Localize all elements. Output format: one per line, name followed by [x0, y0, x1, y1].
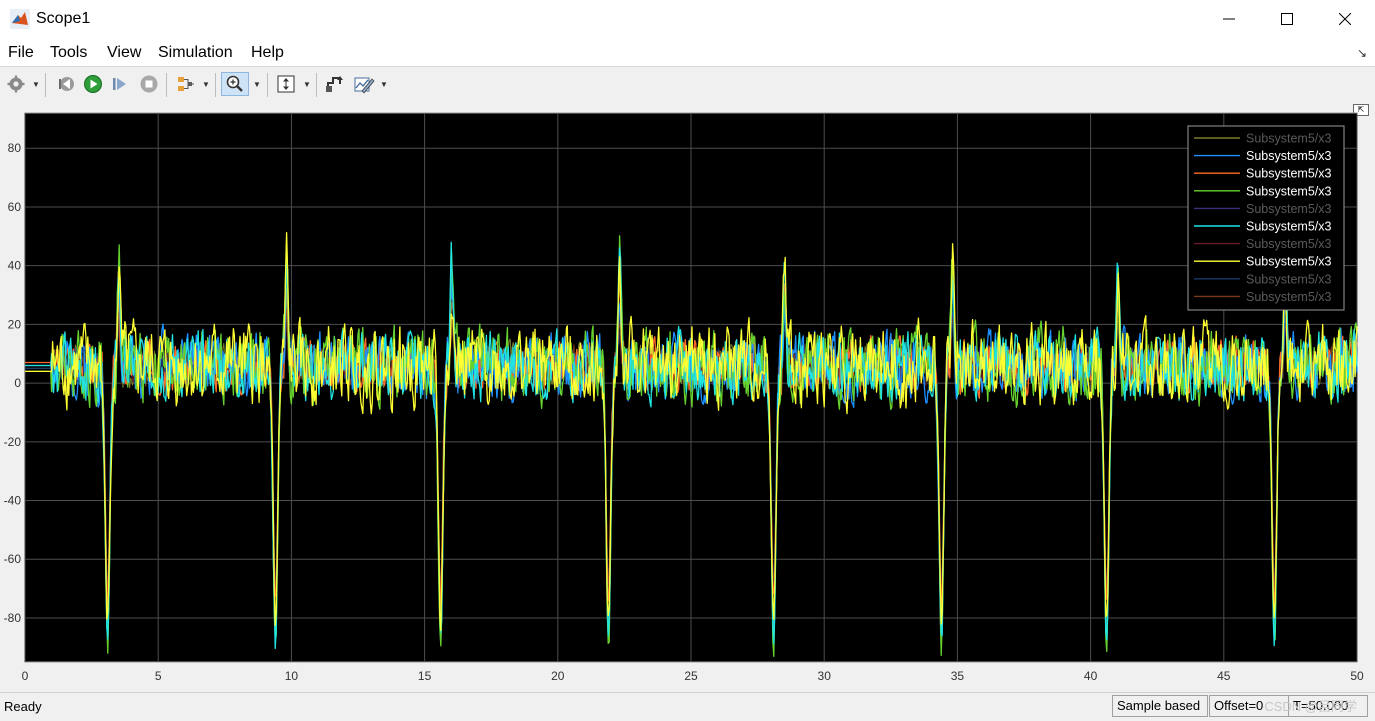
signal-selector-icon: [178, 77, 194, 91]
step-forward-icon: [113, 78, 126, 90]
menu-view[interactable]: View: [107, 44, 141, 62]
menu-file[interactable]: File: [8, 44, 34, 62]
settings-dropdown-arrow[interactable]: ▼: [31, 73, 41, 95]
minimize-icon: [1223, 18, 1235, 20]
x-tick-label: 0: [22, 669, 29, 683]
x-tick-label: 40: [1084, 669, 1098, 683]
y-tick-label: -80: [4, 611, 22, 625]
x-tick-label: 20: [551, 669, 565, 683]
x-tick-label: 50: [1350, 669, 1364, 683]
legend-label: Subsystem5/x3: [1246, 184, 1332, 198]
measurements-icon: [354, 77, 375, 94]
menu-simulation[interactable]: Simulation: [158, 44, 233, 62]
signal-selector-button[interactable]: [174, 72, 198, 96]
legend-label: Subsystem5/x3: [1246, 132, 1332, 146]
x-tick-label: 15: [418, 669, 432, 683]
watermark: CSDN @吕同学: [1264, 699, 1357, 714]
close-icon: [1339, 13, 1351, 25]
autoscale-icon: [277, 75, 295, 93]
autoscale-button[interactable]: [274, 72, 298, 96]
toolbar-separator: [215, 73, 216, 97]
menu-tools[interactable]: Tools: [50, 44, 87, 62]
matlab-logo-icon: [10, 9, 30, 29]
stop-icon: [140, 75, 158, 93]
y-tick-label: 20: [8, 317, 22, 331]
legend-label: Subsystem5/x3: [1246, 149, 1332, 163]
x-tick-label: 35: [951, 669, 965, 683]
settings-button[interactable]: [5, 72, 27, 96]
legend-label: Subsystem5/x3: [1246, 202, 1332, 216]
toolbar: ▼ ▼ ▼ ▼ ▼: [0, 66, 1375, 104]
x-tick-label: 5: [155, 669, 162, 683]
scope-chart[interactable]: 0 5 10 15 20 25 30 35 40 45 50 -80 -60 -40 -20 0 20 40 60 8…: [0, 102, 1375, 692]
y-tick-label: -20: [4, 435, 22, 449]
run-button[interactable]: [81, 72, 105, 96]
highlight-block-icon: [326, 76, 343, 92]
x-tick-label: 45: [1217, 669, 1231, 683]
maximize-icon: [1281, 13, 1293, 25]
undock-arrow-icon[interactable]: ↘: [1357, 46, 1367, 60]
legend-label: Subsystem5/x3: [1246, 167, 1332, 181]
status-sample-mode: Sample based: [1112, 695, 1208, 717]
measurements-button[interactable]: [351, 72, 377, 96]
x-tick-label: 25: [684, 669, 698, 683]
y-tick-label: 80: [8, 141, 22, 155]
toolbar-separator: [267, 73, 268, 97]
y-tick-label: -60: [4, 552, 22, 566]
zoom-dropdown-arrow[interactable]: ▼: [252, 73, 262, 95]
minimize-button[interactable]: [1200, 0, 1258, 38]
zoom-button[interactable]: [221, 72, 249, 96]
legend-label: Subsystem5/x3: [1246, 290, 1332, 304]
highlight-block-button[interactable]: [322, 72, 346, 96]
stop-button[interactable]: [137, 72, 161, 96]
signal-selector-dropdown-arrow[interactable]: ▼: [201, 73, 211, 95]
x-tick-label: 30: [818, 669, 832, 683]
zoom-icon: [226, 75, 243, 92]
toolbar-separator: [316, 73, 317, 97]
maximize-button[interactable]: [1258, 0, 1316, 38]
legend-label: Subsystem5/x3: [1246, 220, 1332, 234]
menu-help[interactable]: Help: [251, 44, 284, 62]
scope-plot-area: ⇱ 0 5 10 15 20 25 30 35 40 45 50 -80 -60 -40 -20 0 20 40 6…: [0, 102, 1375, 692]
status-ready: Ready: [4, 699, 42, 714]
status-bar: Ready Sample based Offset=0 T=50.000 CSD…: [0, 692, 1375, 721]
step-forward-button[interactable]: [108, 72, 132, 96]
legend-label: Subsystem5/x3: [1246, 237, 1332, 251]
title-bar: Scope1: [0, 0, 1375, 38]
measurements-dropdown-arrow[interactable]: ▼: [379, 73, 389, 95]
menu-bar: File Tools View Simulation Help ↘: [0, 38, 1375, 66]
toolbar-separator: [166, 73, 167, 97]
toolbar-separator: [45, 73, 46, 97]
y-tick-label: 60: [8, 200, 22, 214]
legend-label: Subsystem5/x3: [1246, 255, 1332, 269]
gear-icon: [7, 75, 25, 93]
legend-label: Subsystem5/x3: [1246, 272, 1332, 286]
run-icon: [84, 75, 102, 93]
step-back-button[interactable]: [54, 72, 78, 96]
autoscale-dropdown-arrow[interactable]: ▼: [302, 73, 312, 95]
window-title: Scope1: [36, 10, 91, 27]
y-tick-label: 0: [14, 376, 21, 390]
close-button[interactable]: [1316, 0, 1374, 38]
x-tick-label: 10: [285, 669, 299, 683]
y-tick-label: -40: [4, 494, 22, 508]
step-back-icon: [59, 77, 74, 91]
y-tick-label: 40: [8, 259, 22, 273]
